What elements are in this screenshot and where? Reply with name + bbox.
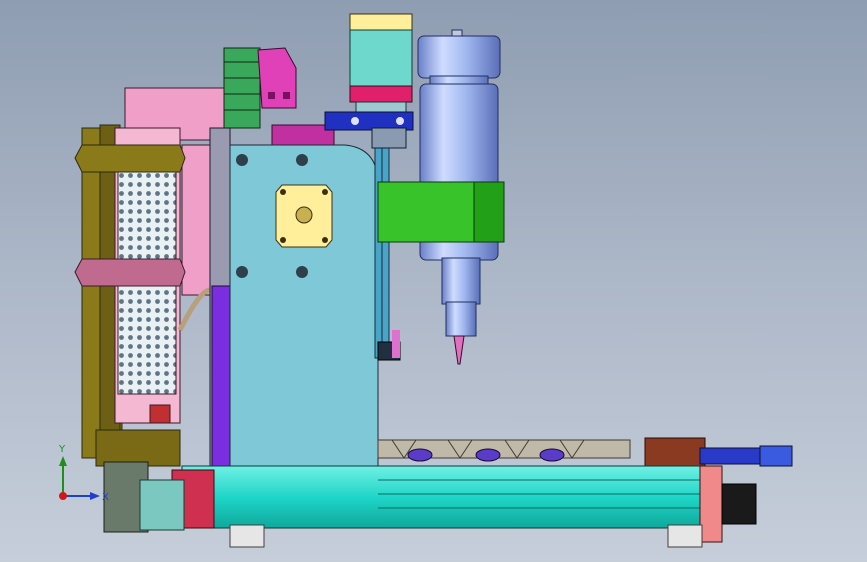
vice-block[interactable]	[644, 437, 793, 467]
cable-drag-block[interactable]	[257, 47, 335, 146]
gantry-stepper-face[interactable]	[275, 184, 333, 248]
cad-viewport[interactable]: Y X	[0, 0, 867, 562]
spoilboard-clamps[interactable]	[377, 439, 631, 462]
spindle-clamp[interactable]	[377, 181, 505, 243]
y-axis-label: Y	[58, 444, 66, 455]
cnc-machine-model[interactable]: Y X	[0, 0, 867, 562]
stepper-motor-top[interactable]	[349, 13, 413, 113]
z-axis-dot	[59, 492, 67, 500]
z-carriage-bar[interactable]	[324, 111, 414, 149]
lead-screw[interactable]	[374, 127, 401, 361]
x-axis-label: X	[102, 492, 109, 503]
